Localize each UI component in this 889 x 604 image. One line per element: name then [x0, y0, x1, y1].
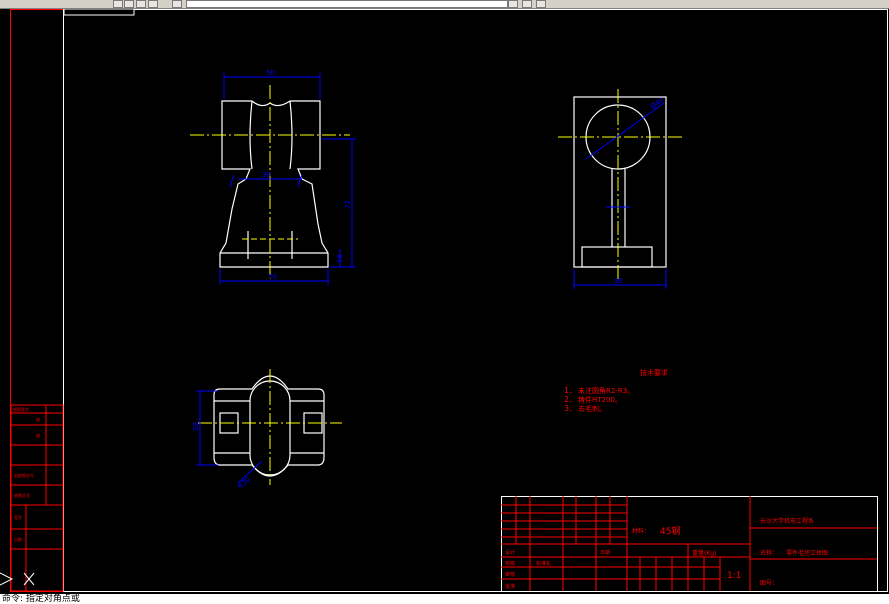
color-square-icon[interactable] [522, 0, 532, 8]
left-table-row-0: 描图签字 [13, 406, 29, 412]
tech-note-num-2: 2． [564, 395, 577, 404]
top-view: 38 R30 [192, 369, 342, 491]
sun-icon[interactable] [148, 0, 158, 8]
dim-top-radius: R30 [236, 476, 252, 491]
title-block-approve: 批准 [505, 583, 515, 590]
layer-dropdown[interactable] [186, 0, 508, 8]
tech-note-text-2: 铸件HT200。 [578, 395, 622, 404]
dim-front-base-h: 16 [336, 254, 344, 263]
dim-front-height: 72 [344, 200, 352, 209]
toolbar [0, 0, 889, 9]
left-table-row-4: 底图总号 [14, 492, 30, 498]
left-table-row-2: 描 [36, 432, 40, 438]
title-block-standard: 标准化 [536, 560, 551, 567]
title-block [501, 496, 878, 592]
bulb-icon[interactable] [136, 0, 146, 8]
title-block-review: 审核 [505, 571, 515, 578]
layer-prev-icon[interactable] [536, 0, 546, 8]
dim-side-width: 30 [614, 277, 623, 285]
company-name: 长沙大学机电工程系 [760, 517, 814, 525]
drawing-canvas[interactable]: 描图签字 校 描 旧底图总号 底图总号 签字 日期 50 30 72 16 70… [0, 8, 889, 594]
left-table-row-5: 签字 [14, 514, 22, 520]
title-block-date: 日期 [600, 550, 610, 556]
layer-icon[interactable] [124, 0, 134, 8]
grid-icon[interactable] [113, 0, 123, 8]
dim-side-dia: Ø40 [649, 96, 665, 111]
title-block-designer: 设计 [505, 549, 515, 556]
left-table-row-6: 日期 [14, 536, 22, 542]
tech-notes: 技术要求 1． 未注圆角R2-R3。 2． 铸件HT200。 3． 去毛刺。 [564, 368, 668, 413]
front-view: 50 30 72 16 70 [190, 69, 356, 285]
drawing-no-label: 图号： [760, 580, 778, 587]
scale-value: 1:1 [727, 571, 741, 581]
tech-note-num-1: 1． [564, 386, 577, 395]
outer-frame [10, 9, 888, 592]
title-block-checker: 校核 [505, 560, 515, 567]
tech-note-text-3: 去毛刺。 [578, 404, 606, 413]
command-line-text: 命令: 指定对角点或 [2, 594, 80, 604]
part-name-value: 零件毛坯立体图 [786, 549, 828, 557]
lock-icon[interactable] [172, 0, 182, 8]
tech-note-text-1: 未注圆角R2-R3。 [578, 386, 634, 395]
material-value: 45钢 [660, 525, 680, 537]
cad-drawing: 描图签字 校 描 旧底图总号 底图总号 签字 日期 50 30 72 16 70… [0, 8, 888, 592]
chevron-down-icon[interactable] [508, 0, 518, 8]
tech-note-num-3: 3． [564, 404, 577, 413]
weight-label: 重量(Kg) [692, 549, 716, 557]
ucs-icon [0, 572, 35, 586]
left-table-row-1: 校 [36, 416, 40, 422]
dim-front-width: 50 [266, 69, 275, 77]
side-view: Ø40 30 [558, 89, 684, 289]
inner-frame [63, 9, 888, 592]
command-line[interactable]: 命令: 指定对角点或 [0, 594, 889, 604]
dim-front-inner: 30 [262, 171, 271, 179]
material-label: 材料： [632, 527, 650, 535]
part-name-label: 名称： [760, 549, 778, 557]
tech-notes-title: 技术要求 [640, 368, 668, 377]
dim-top-height: 38 [192, 422, 200, 431]
viewport-tab [63, 8, 135, 16]
left-table-row-3: 旧底图总号 [14, 472, 34, 478]
dim-front-base-w: 70 [268, 273, 277, 281]
